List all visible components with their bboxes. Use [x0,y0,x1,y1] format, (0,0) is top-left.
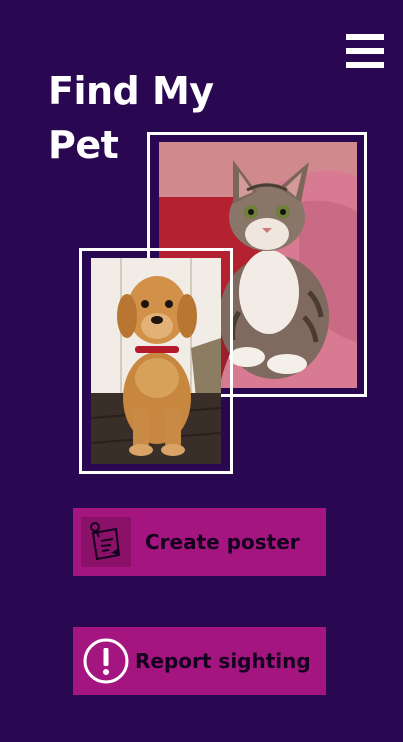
menu-bar [346,34,384,40]
menu-bar [346,48,384,54]
report-sighting-button[interactable]: Report sighting [73,627,326,695]
create-poster-button[interactable]: Create poster [73,508,326,576]
puppy-photo [91,258,221,464]
poster-note-icon [81,517,131,567]
title-line-1: Find My [48,69,214,113]
report-sighting-label: Report sighting [135,649,311,673]
create-poster-label: Create poster [145,530,300,554]
hamburger-menu-icon[interactable] [346,34,384,68]
exclamation-circle-icon [83,638,129,684]
app-screen: Find My Pet Create poster Report sightin… [0,0,403,742]
menu-bar [346,62,384,68]
